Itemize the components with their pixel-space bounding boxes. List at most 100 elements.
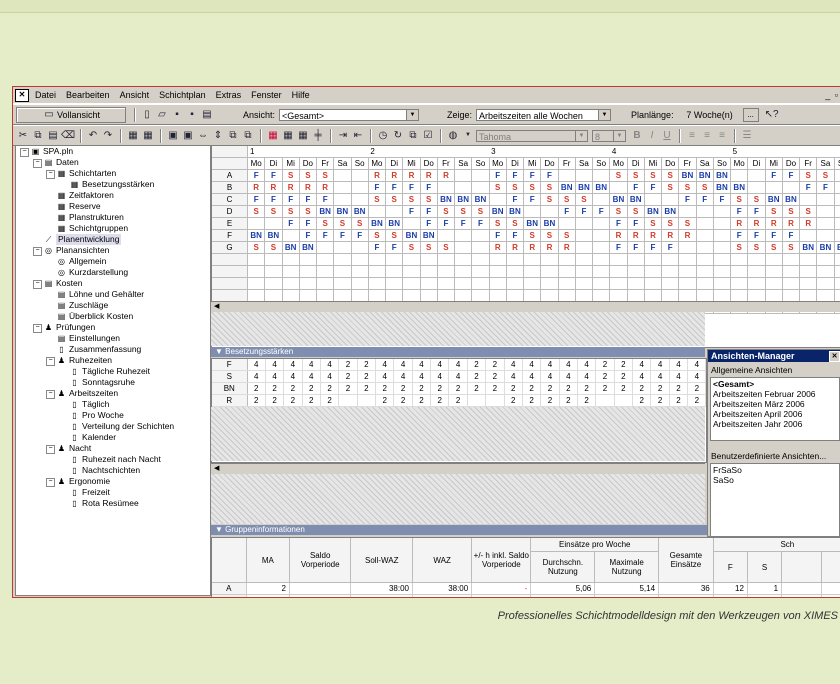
besetz-cell[interactable]: 2 [265, 382, 285, 395]
shift-cell[interactable]: BN [454, 193, 473, 206]
shift-cell[interactable]: F [420, 217, 438, 230]
shift-cell[interactable]: S [489, 217, 507, 230]
shift-cell[interactable]: R [523, 241, 542, 254]
shift-cell[interactable]: F [368, 181, 387, 194]
tree-node[interactable]: ▦ Besetzungsstärken [16, 179, 210, 190]
besetz-cell[interactable]: 4 [504, 370, 523, 383]
window-controls[interactable]: _ ▫ [825, 90, 839, 100]
besetz-cell[interactable]: 2 [375, 394, 395, 407]
ma-cell[interactable]: 2 [246, 582, 290, 595]
shift-cell[interactable]: BN [799, 241, 818, 254]
copy-icon[interactable]: ⧉ [31, 129, 45, 142]
print-icon[interactable]: ▤ [200, 108, 214, 121]
shift-cell[interactable]: F [730, 205, 749, 218]
shift-cell[interactable] [351, 181, 369, 194]
shift-cell[interactable]: S [540, 181, 559, 194]
shift-cell[interactable]: S [282, 169, 300, 182]
besetz-cell[interactable]: 2 [283, 382, 303, 395]
shift-cell[interactable]: S [506, 217, 525, 230]
shift-cell[interactable]: BN [282, 241, 300, 254]
help-pointer-icon[interactable]: ↖? [765, 108, 779, 121]
shift-cell[interactable]: R [799, 217, 818, 230]
align-center-icon[interactable]: ≡ [700, 129, 714, 142]
shift-cell[interactable] [471, 169, 490, 182]
besetz-cell[interactable]: 4 [522, 359, 542, 371]
align-left-icon[interactable]: ≡ [685, 129, 699, 142]
besetz-cell[interactable]: 2 [448, 394, 468, 407]
besetz-cell[interactable]: 4 [393, 359, 413, 371]
besetz-cell[interactable]: 2 [687, 382, 706, 395]
shift-cell[interactable] [799, 229, 818, 242]
collapse-toggle-icon[interactable]: − [33, 280, 42, 289]
shift-cell[interactable] [713, 205, 732, 218]
tree-node[interactable]: ▯ Freizeit [16, 487, 210, 498]
align-right-icon[interactable]: ≡ [715, 129, 729, 142]
shift-cell[interactable]: S [540, 193, 559, 206]
besetz-cell[interactable]: 4 [577, 370, 597, 383]
besetz-cell[interactable]: 4 [375, 359, 395, 371]
besetz-cell[interactable] [357, 394, 377, 407]
dropdown-arrow-icon[interactable]: ▼ [598, 109, 611, 120]
shift-cell[interactable]: BN [816, 241, 835, 254]
shift-cell[interactable] [523, 205, 542, 218]
tree-node[interactable]: ⟋ Planentwicklung [16, 234, 210, 245]
tree-node[interactable]: − ♟ Nacht [16, 443, 210, 454]
tree-node[interactable]: ▯ Kalender [16, 432, 210, 443]
shift-cell[interactable]: F [247, 193, 266, 206]
collapse-toggle-icon[interactable]: − [46, 390, 55, 399]
table-icon[interactable]: ▦ [281, 129, 295, 142]
shift-cell[interactable]: S [351, 217, 369, 230]
copy-block-icon[interactable]: ⧉ [226, 129, 240, 142]
shift-cell[interactable]: R [506, 241, 525, 254]
collapse-toggle-icon[interactable]: − [33, 159, 42, 168]
besetz-cell[interactable]: 2 [393, 394, 413, 407]
besetz-cell[interactable]: 4 [669, 359, 689, 371]
shift-cell[interactable]: R [368, 169, 387, 182]
shift-cell[interactable] [454, 169, 473, 182]
shift-cell[interactable]: BN [333, 205, 352, 218]
shift-cell[interactable] [713, 229, 732, 242]
insert-col-icon[interactable]: ▣ [181, 129, 195, 142]
besetz-cell[interactable]: 2 [412, 382, 432, 395]
shift-cell[interactable]: F [316, 193, 335, 206]
tree-node[interactable]: ▯ Sonntagsruhe [16, 377, 210, 388]
shift-cell[interactable]: R [747, 217, 766, 230]
color-grid-icon[interactable]: ▦ [266, 129, 280, 142]
shift-cell[interactable]: S [747, 241, 766, 254]
besetz-cell[interactable]: 2 [320, 394, 340, 407]
shift-cell[interactable]: F [506, 193, 525, 206]
row-header[interactable]: G [212, 241, 249, 254]
shift-cell[interactable] [696, 217, 714, 230]
tree-node[interactable]: − ♟ Prüfungen [16, 322, 210, 333]
tree-node[interactable]: − ♟ Arbeitszeiten [16, 388, 210, 399]
besetz-cell[interactable]: 4 [265, 359, 285, 371]
besetz-cell[interactable]: 2 [595, 359, 615, 371]
shift-cell[interactable]: F [782, 169, 801, 182]
user-view-item[interactable]: SaSo [713, 475, 837, 485]
shift-cell[interactable]: F [506, 229, 525, 242]
shift-cell[interactable]: F [282, 217, 300, 230]
tree-node[interactable]: ▯ Täglich [16, 399, 210, 410]
chevron-down-icon[interactable]: ▼ [461, 129, 475, 142]
refresh-icon[interactable]: ↻ [391, 129, 405, 142]
shift-cell[interactable]: F [282, 193, 300, 206]
shift-cell[interactable]: R [420, 169, 438, 182]
shift-cell[interactable] [834, 205, 840, 218]
shift-cell[interactable] [316, 241, 335, 254]
besetz-cell[interactable]: 2 [669, 382, 689, 395]
dropdown-arrow-icon[interactable]: ▼ [575, 130, 587, 141]
tree-node[interactable]: ▤ Zuschläge [16, 300, 210, 311]
shift-cell[interactable]: F [816, 181, 835, 194]
shift-cell[interactable] [730, 169, 749, 182]
shift-cell[interactable]: S [454, 205, 473, 218]
besetz-cell[interactable]: 2 [302, 394, 321, 407]
shift-cell[interactable]: S [627, 169, 645, 182]
tree-node[interactable]: − ▣ SPA.pln [16, 146, 210, 157]
besetz-cell[interactable]: 4 [283, 370, 303, 383]
shift-cell[interactable]: BN [696, 169, 714, 182]
shift-cell[interactable] [333, 193, 352, 206]
move-horizontal-icon[interactable]: ⇔ [196, 129, 210, 142]
shift-cell[interactable]: BN [627, 193, 645, 206]
besetz-cell[interactable]: 2 [485, 382, 505, 395]
shift-cell[interactable]: S [609, 205, 628, 218]
